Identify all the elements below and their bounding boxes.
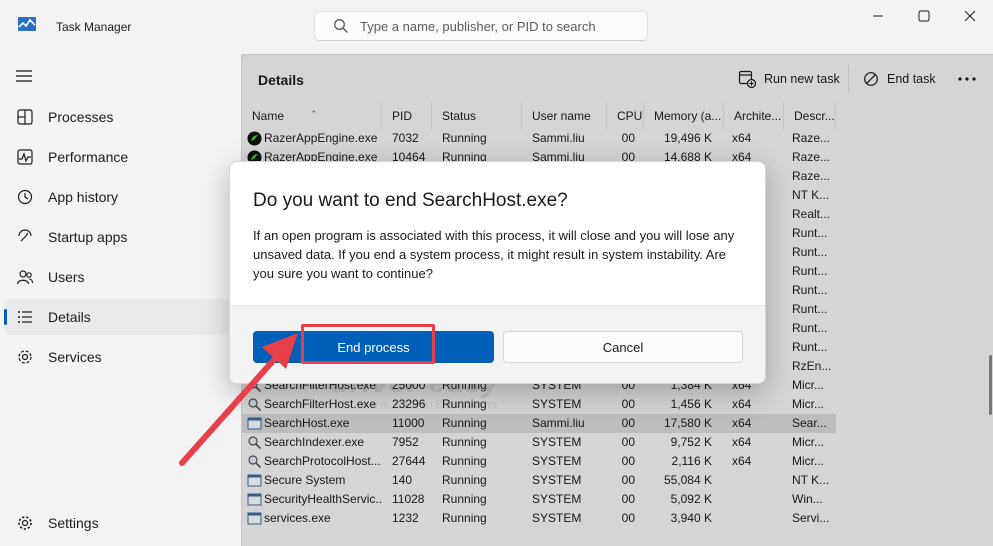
sidebar-item-label: Users: [48, 269, 85, 285]
processes-icon: [17, 109, 33, 125]
cancel-button[interactable]: Cancel: [503, 331, 743, 363]
app-history-icon: [17, 189, 33, 205]
performance-icon: [17, 149, 33, 165]
annotation-arrow-icon: [179, 333, 298, 466]
sidebar-item-settings[interactable]: Settings: [4, 505, 236, 541]
sidebar-item-label: Performance: [48, 149, 129, 165]
sidebar-item-label: Processes: [48, 109, 114, 125]
sidebar-item-label: Settings: [48, 515, 99, 531]
task-manager-logo-icon: [18, 17, 36, 31]
sidebar-item-users[interactable]: Users: [4, 259, 236, 295]
sidebar-item-label: Services: [48, 349, 102, 365]
sidebar-item-startup-apps[interactable]: Startup apps: [4, 219, 236, 255]
users-icon: [16, 270, 34, 285]
search-icon: [334, 19, 348, 33]
services-icon: [18, 350, 32, 364]
title-bar: Task Manager: [0, 0, 993, 50]
dialog-title: Do you want to end SearchHost.exe?: [253, 190, 568, 211]
sidebar-item-label: App history: [48, 189, 119, 205]
maximize-button[interactable]: [901, 0, 947, 32]
hamburger-menu-icon[interactable]: [16, 70, 32, 82]
app-title: Task Manager: [56, 20, 132, 34]
dialog-message: If an open program is associated with th…: [253, 228, 735, 281]
sidebar-item-label: Startup apps: [48, 229, 128, 245]
minimize-button[interactable]: [855, 0, 901, 32]
search-input[interactable]: [360, 12, 640, 40]
details-icon: [18, 311, 32, 323]
active-indicator: [4, 309, 7, 325]
sidebar-item-label: Details: [48, 309, 91, 325]
sidebar-item-app-history[interactable]: App history: [4, 179, 236, 215]
close-button[interactable]: [947, 0, 993, 32]
annotation-highlight-box: [301, 324, 435, 364]
sidebar-item-performance[interactable]: Performance: [4, 139, 236, 175]
gear-icon: [18, 516, 32, 530]
startup-apps-icon: [18, 229, 32, 242]
sidebar-item-processes[interactable]: Processes: [4, 99, 236, 135]
